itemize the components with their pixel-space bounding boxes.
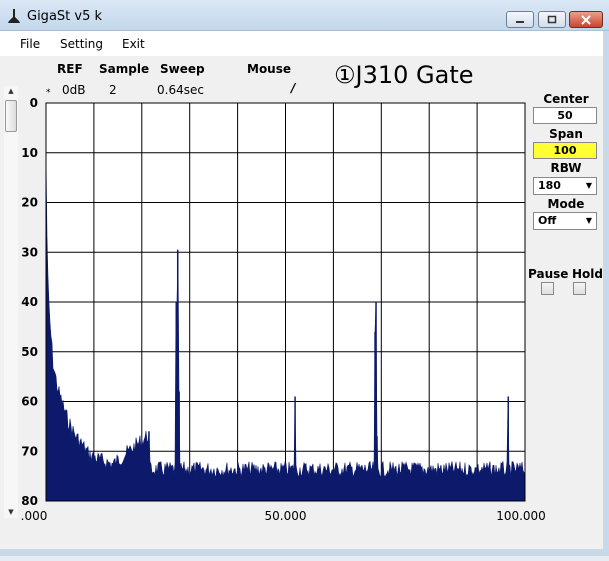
y-tick-label: 10 [21, 146, 38, 160]
y-tick-label: 20 [21, 196, 38, 210]
y-tick-label: 80 [21, 494, 38, 508]
y-tick-label: 70 [21, 444, 38, 458]
x-axis-labels: .000 50.000 100.000 [21, 509, 546, 523]
y-axis-labels: 0 10 20 30 40 50 60 70 80 [21, 96, 38, 508]
x-tick-label: .000 [21, 509, 48, 523]
y-tick-label: 0 [30, 96, 38, 110]
y-tick-label: 50 [21, 345, 38, 359]
x-tick-label: 50.000 [265, 509, 307, 523]
y-tick-label: 40 [21, 295, 38, 309]
spectrum-chart: 0 10 20 30 40 50 60 70 80 .000 50.000 100.000 [21, 96, 546, 523]
x-tick-label: 100.000 [496, 509, 546, 523]
y-tick-label: 30 [21, 245, 38, 259]
y-tick-label: 60 [21, 395, 38, 409]
